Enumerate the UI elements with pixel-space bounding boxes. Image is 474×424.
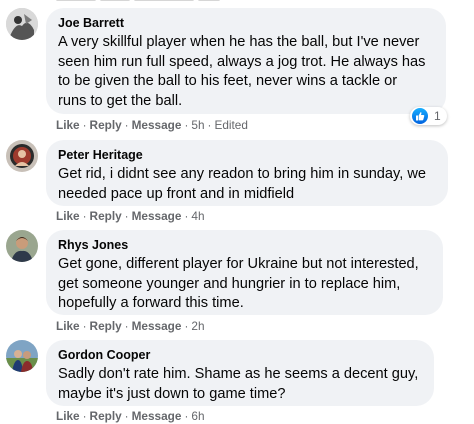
- reaction-count-value: 1: [434, 109, 441, 123]
- reply-link[interactable]: Reply: [90, 209, 122, 223]
- separator: ·: [82, 409, 87, 423]
- comment-text: Get gone, different player for Ukraine b…: [58, 256, 419, 311]
- avatar[interactable]: [6, 340, 38, 372]
- separator: ·: [82, 319, 87, 333]
- edited-label[interactable]: Edited: [214, 118, 247, 132]
- message-link[interactable]: Message: [132, 209, 182, 223]
- comment-bubble: Gordon Cooper Sadly don't rate him. Sham…: [46, 340, 434, 406]
- separator: ·: [184, 409, 189, 423]
- separator: ·: [82, 209, 87, 223]
- timestamp[interactable]: 2h: [191, 319, 204, 333]
- message-link[interactable]: Message: [132, 409, 182, 423]
- comment-bubble: Peter Heritage Get rid, i didnt see any …: [46, 140, 448, 206]
- separator: ·: [184, 319, 189, 333]
- message-link[interactable]: Message: [132, 319, 182, 333]
- avatar[interactable]: [6, 8, 38, 40]
- comment-author[interactable]: Peter Heritage: [58, 148, 436, 163]
- comment-actions: Like · Reply · Message · 6h: [56, 409, 205, 423]
- separator: ·: [124, 118, 129, 132]
- like-reaction-icon: [412, 108, 428, 124]
- reaction-count[interactable]: 1: [410, 107, 447, 125]
- comment-bubble: Joe Barrett A very skillful player when …: [46, 8, 446, 114]
- separator: ·: [124, 409, 129, 423]
- separator: ·: [184, 209, 189, 223]
- timestamp[interactable]: 4h: [191, 209, 204, 223]
- reply-link[interactable]: Reply: [90, 118, 122, 132]
- timestamp[interactable]: 6h: [191, 409, 204, 423]
- like-link[interactable]: Like: [56, 409, 80, 423]
- separator: ·: [207, 118, 212, 132]
- comment-author[interactable]: Rhys Jones: [58, 238, 431, 253]
- separator: ·: [184, 118, 189, 132]
- avatar[interactable]: [6, 230, 38, 262]
- comment-actions: Like · Reply · Message · 5h · Edited: [56, 118, 248, 132]
- avatar[interactable]: [6, 140, 38, 172]
- like-link[interactable]: Like: [56, 319, 80, 333]
- like-link[interactable]: Like: [56, 118, 80, 132]
- comment-bubble: Rhys Jones Get gone, different player fo…: [46, 230, 443, 315]
- comment-actions: Like · Reply · Message · 2h: [56, 319, 205, 333]
- previous-comment-cutoff: [0, 0, 474, 4]
- message-link[interactable]: Message: [132, 118, 182, 132]
- separator: ·: [124, 209, 129, 223]
- like-link[interactable]: Like: [56, 209, 80, 223]
- comment-text: Sadly don't rate him. Shame as he seems …: [58, 366, 419, 402]
- comment-actions: Like · Reply · Message · 4h: [56, 209, 205, 223]
- timestamp[interactable]: 5h: [191, 118, 204, 132]
- comment-author[interactable]: Gordon Cooper: [58, 348, 422, 363]
- comment-text: A very skillful player when he has the b…: [58, 34, 426, 109]
- reply-link[interactable]: Reply: [90, 319, 122, 333]
- reply-link[interactable]: Reply: [90, 409, 122, 423]
- comment-text: Get rid, i didnt see any readon to bring…: [58, 166, 427, 202]
- separator: ·: [82, 118, 87, 132]
- comment-author[interactable]: Joe Barrett: [58, 16, 434, 31]
- separator: ·: [124, 319, 129, 333]
